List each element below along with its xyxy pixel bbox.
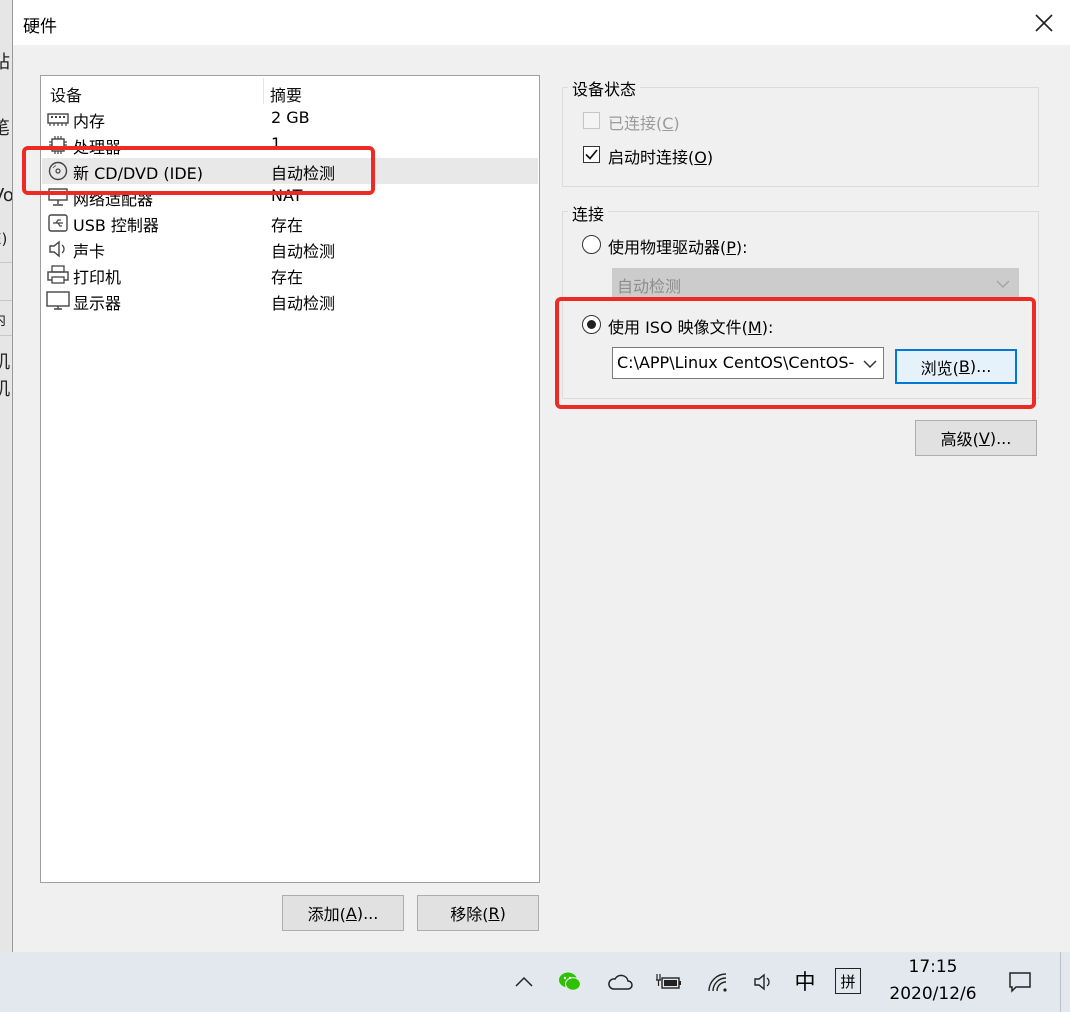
device-status-title: 设备状态 [568, 76, 641, 100]
device-row-usb[interactable]: USB 控制器 存在 [42, 210, 538, 236]
chevron-up-icon [515, 976, 533, 987]
volume-icon [754, 973, 770, 991]
ime-mode-button[interactable]: 拼 [835, 968, 861, 994]
wechat-tray-button[interactable] [556, 968, 584, 996]
connect-at-power-on-label: 启动时连接(O) [608, 148, 714, 167]
volume-tray-button[interactable] [750, 968, 778, 996]
speaker-icon [49, 240, 65, 258]
close-icon [1035, 14, 1053, 32]
connected-label: 已连接(C) [608, 114, 680, 133]
wechat-icon [559, 972, 582, 991]
show-hidden-icons-button[interactable] [512, 968, 536, 996]
physical-drive-radio[interactable] [582, 235, 601, 254]
device-row-printer[interactable]: 打印机 存在 [42, 262, 538, 288]
clock-date[interactable]: 2020/12/6 [880, 984, 986, 1004]
device-summary: 存在 [271, 268, 304, 287]
device-row-display[interactable]: 显示器 自动检测 [42, 288, 538, 314]
physical-drive-select[interactable]: 自动检测 [612, 268, 1019, 298]
network-tray-button[interactable] [704, 968, 732, 996]
background-text: 内 [0, 310, 6, 330]
add-button-label-tail: )... [356, 903, 379, 923]
divider [0, 262, 12, 263]
divider [0, 335, 12, 336]
advanced-button-label: 高级( [940, 430, 979, 449]
device-summary: 2 GB [271, 108, 310, 127]
advanced-button-accesskey: V [978, 428, 990, 448]
background-text: 机 [0, 352, 10, 373]
device-name: 打印机 [73, 268, 122, 287]
device-row-sound-card[interactable]: 声卡 自动检测 [42, 236, 538, 262]
annotation-highlight-cd-dvd [22, 146, 375, 195]
battery-icon [656, 974, 681, 989]
device-summary: 自动检测 [271, 294, 336, 313]
advanced-button-label-tail: )... [989, 428, 1012, 448]
power-tray-button[interactable] [653, 968, 683, 996]
advanced-button[interactable]: 高级(V)... [915, 420, 1037, 456]
background-text: Vo [0, 185, 12, 206]
cloud-icon [608, 974, 633, 990]
usb-icon [48, 214, 68, 232]
device-name: USB 控制器 [73, 216, 159, 235]
background-text: 笔 [0, 118, 10, 139]
device-row-memory[interactable]: 内存 2 GB [42, 106, 538, 132]
onedrive-tray-button[interactable] [606, 968, 634, 996]
action-center-button[interactable] [1004, 966, 1036, 998]
background-window: 站 笔 Vo E) 内 机 机 [0, 0, 12, 952]
physical-drive-value: 自动检测 [617, 277, 682, 296]
divider [0, 300, 12, 301]
notification-icon [1009, 972, 1031, 993]
device-list[interactable]: 设备 摘要 内存 2 GB 处理器 1 新 CD/DVD (IDE) 自动检测 … [40, 75, 540, 883]
connect-at-power-on-checkbox[interactable] [583, 146, 600, 163]
background-text: 站 [0, 52, 10, 73]
device-name: 内存 [73, 112, 106, 131]
close-button[interactable] [1023, 6, 1065, 40]
add-button[interactable]: 添加(A)... [282, 895, 404, 931]
device-name: 显示器 [73, 294, 122, 313]
wifi-icon [708, 973, 727, 992]
checkmark-icon [585, 149, 598, 160]
device-summary: 存在 [271, 216, 304, 235]
connection-title: 连接 [568, 201, 609, 225]
background-text: 机 [0, 379, 10, 400]
background-text: E) [0, 230, 8, 248]
device-name: 声卡 [73, 242, 106, 261]
remove-button-label: 移除( [450, 905, 489, 924]
remove-button-label-tail: ) [499, 903, 506, 923]
remove-button-accesskey: R [488, 903, 500, 923]
add-button-label: 添加( [307, 905, 346, 924]
printer-icon [47, 265, 69, 284]
display-icon [46, 291, 70, 310]
column-header-summary[interactable]: 摘要 [270, 82, 302, 106]
column-divider [263, 78, 264, 104]
remove-button[interactable]: 移除(R) [417, 895, 539, 931]
add-button-accesskey: A [345, 903, 357, 923]
device-summary: 自动检测 [271, 242, 336, 261]
column-header-device[interactable]: 设备 [50, 82, 82, 106]
clock-time[interactable]: 17:15 [893, 957, 973, 977]
show-desktop-button[interactable] [1060, 952, 1070, 1012]
ime-language-button[interactable]: 中 [790, 966, 820, 996]
chevron-down-icon [996, 280, 1010, 289]
device-status-group [562, 87, 1039, 187]
annotation-highlight-iso [555, 297, 1036, 409]
title-bar[interactable]: 硬件 [13, 0, 1070, 45]
connected-checkbox[interactable] [583, 112, 600, 129]
memory-icon [47, 113, 69, 126]
window-title: 硬件 [23, 17, 57, 37]
physical-drive-label: 使用物理驱动器(P): [608, 238, 748, 257]
